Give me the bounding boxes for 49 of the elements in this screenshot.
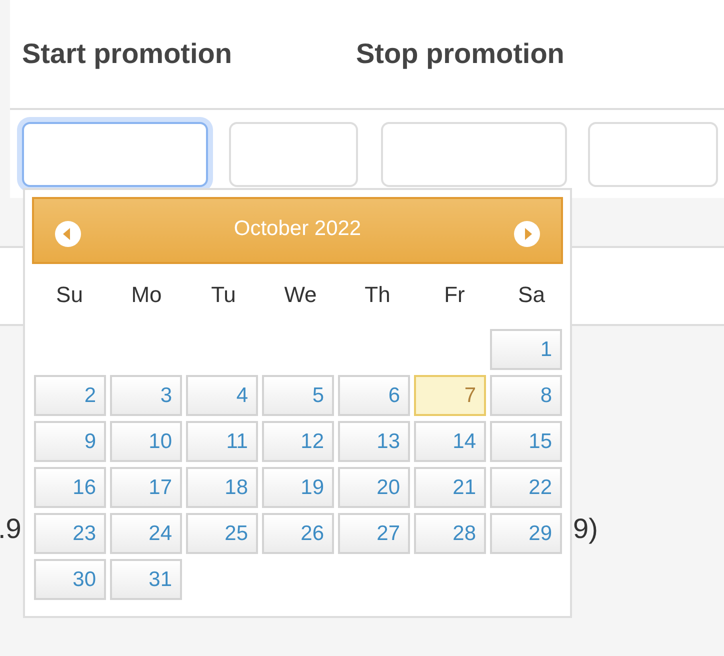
day-cell[interactable]: 21 — [414, 467, 486, 508]
weekday-label: Fr — [443, 281, 466, 309]
month-title: October 2022 — [234, 216, 362, 242]
day-cell[interactable]: 5 — [262, 375, 334, 416]
weekday-label: Su — [55, 281, 84, 309]
day-cell[interactable]: 14 — [414, 421, 486, 462]
day-cell[interactable]: 1 — [490, 329, 562, 370]
date-field[interactable] — [381, 122, 567, 187]
day-cell[interactable]: 8 — [490, 375, 562, 416]
date-field[interactable] — [22, 122, 208, 187]
day-cell[interactable]: 4 — [186, 375, 258, 416]
day-cell[interactable]: 30 — [34, 559, 106, 600]
weekday-label: Mo — [130, 281, 163, 309]
day-cell[interactable]: 7 — [414, 375, 486, 416]
weekday-label: We — [283, 281, 318, 309]
day-cell[interactable]: 17 — [110, 467, 182, 508]
day-cell[interactable]: 24 — [110, 513, 182, 554]
day-cell[interactable]: 16 — [34, 467, 106, 508]
weekday-label: Th — [364, 281, 392, 309]
day-cell[interactable]: 3 — [110, 375, 182, 416]
day-cell[interactable]: 29 — [490, 513, 562, 554]
day-cell[interactable]: 11 — [186, 421, 258, 462]
weekday-label: Sa — [517, 281, 546, 309]
day-cell[interactable]: 2 — [34, 375, 106, 416]
day-cell[interactable]: 9 — [34, 421, 106, 462]
day-cell[interactable]: 19 — [262, 467, 334, 508]
day-cell[interactable]: 18 — [186, 467, 258, 508]
column-heading: Start promotion — [22, 37, 232, 71]
price-text: .9 — [0, 512, 22, 546]
day-cell[interactable]: 12 — [262, 421, 334, 462]
next-month-icon[interactable] — [512, 220, 541, 248]
day-cell[interactable]: 28 — [414, 513, 486, 554]
date-field[interactable] — [588, 122, 718, 187]
day-cell[interactable]: 10 — [110, 421, 182, 462]
column-heading: Stop promotion — [356, 37, 564, 71]
day-cell[interactable]: 13 — [338, 421, 410, 462]
day-cell[interactable]: 6 — [338, 375, 410, 416]
weekday-label: Tu — [210, 281, 237, 309]
day-cell[interactable]: 15 — [490, 421, 562, 462]
previous-month-icon[interactable] — [54, 220, 82, 248]
day-cell[interactable]: 23 — [34, 513, 106, 554]
day-cell[interactable]: 27 — [338, 513, 410, 554]
day-cell[interactable]: 26 — [262, 513, 334, 554]
date-field[interactable] — [229, 122, 358, 187]
price-text: 9) — [573, 512, 598, 546]
day-cell[interactable]: 20 — [338, 467, 410, 508]
day-cell[interactable]: 31 — [110, 559, 182, 600]
day-cell[interactable]: 25 — [186, 513, 258, 554]
day-cell[interactable]: 22 — [490, 467, 562, 508]
